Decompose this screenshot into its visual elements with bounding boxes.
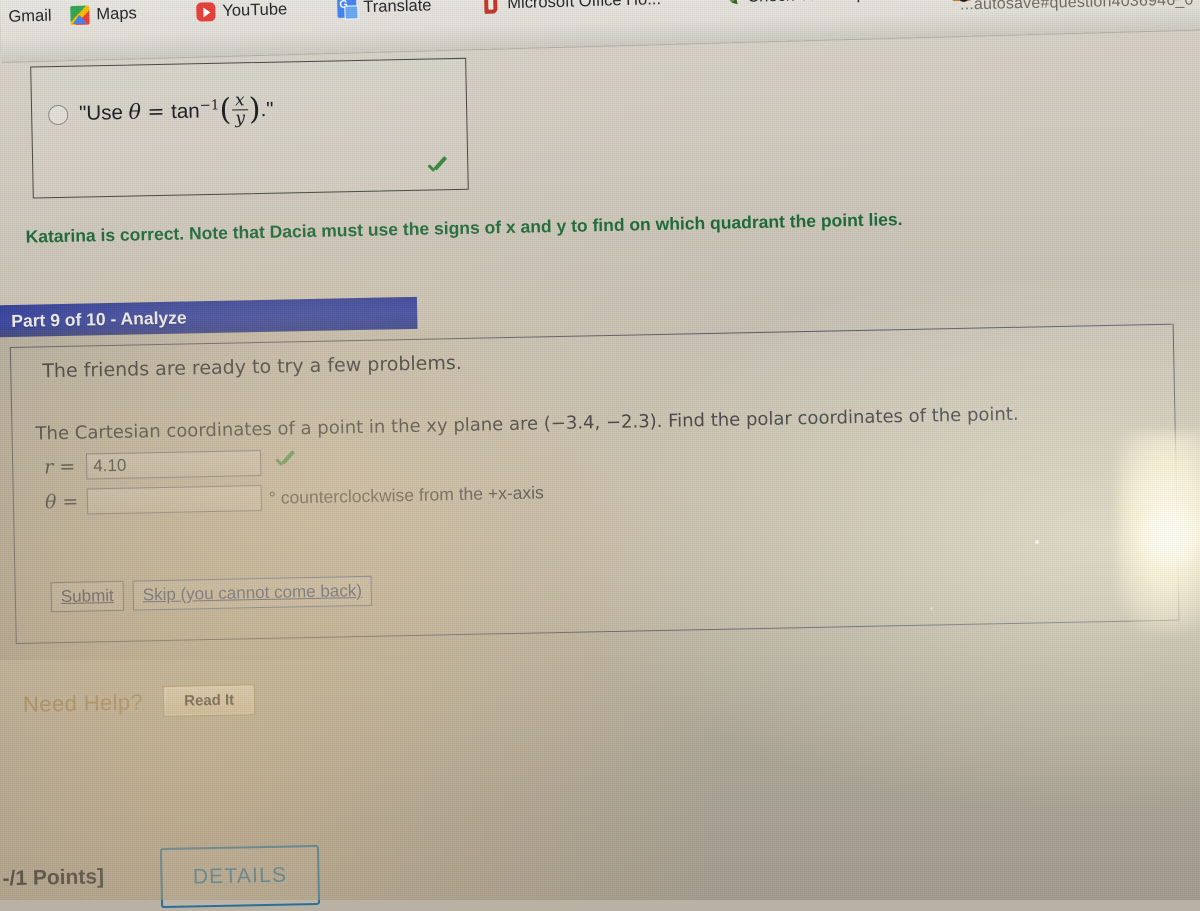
answer-value-r: 4.10 [93,456,126,477]
skip-button[interactable]: Skip (you cannot come back) [132,576,372,611]
answer-choice-box[interactable]: "Use θ = tan−1(xy)." [30,58,469,199]
answer-input-theta[interactable] [87,485,262,515]
answer-row-r: r = 4.10 [44,449,295,480]
monitor-screen: Gmail Maps YouTube Translate Microsoft O… [0,0,1200,900]
choice-equals: = [141,99,172,124]
read-it-button[interactable]: Read It [163,684,256,717]
choice-exponent: −1 [199,97,219,113]
need-help-row: Need Help? Read It [23,684,256,720]
green-check-icon [273,451,295,473]
fraction-numerator: x [232,92,248,110]
points-label: -/1 Points] [2,865,104,891]
choice-prefix: "Use [79,101,129,125]
answer-choice-row[interactable]: "Use θ = tan−1(xy)." [48,93,274,133]
close-paren: ) [248,92,260,127]
choice-suffix: ." [260,98,273,121]
answer-label-theta: θ = [45,491,87,514]
choice-theta: θ [128,100,141,124]
action-button-row: Submit Skip (you cannot come back) [51,576,373,612]
theta-unit-note: ° counterclockwise from the +x-axis [269,482,544,509]
answer-input-r[interactable]: 4.10 [86,450,261,480]
feedback-text: Katarina is correct. Note that Dacia mus… [25,204,1145,247]
need-help-label: Need Help? [23,689,144,717]
part-banner: Part 9 of 10 - Analyze [0,297,418,337]
choice-function: tan [171,99,200,123]
details-button[interactable]: DETAILS [160,845,320,908]
submit-button[interactable]: Submit [51,581,125,612]
choice-fraction: xy [232,92,248,128]
green-check-icon [425,157,447,179]
fraction-denominator: y [232,110,248,129]
details-label: DETAILS [193,864,288,890]
assignment-page: "Use θ = tan−1(xy)." Katarina is correct… [0,0,1200,911]
part-label: Part 9 of 10 - Analyze [11,307,187,332]
answer-label-r: r = [44,456,86,479]
radio-button-use-theta[interactable] [48,105,68,125]
open-paren: ( [219,93,231,128]
answer-choice-label: "Use θ = tan−1(xy)." [79,93,274,133]
